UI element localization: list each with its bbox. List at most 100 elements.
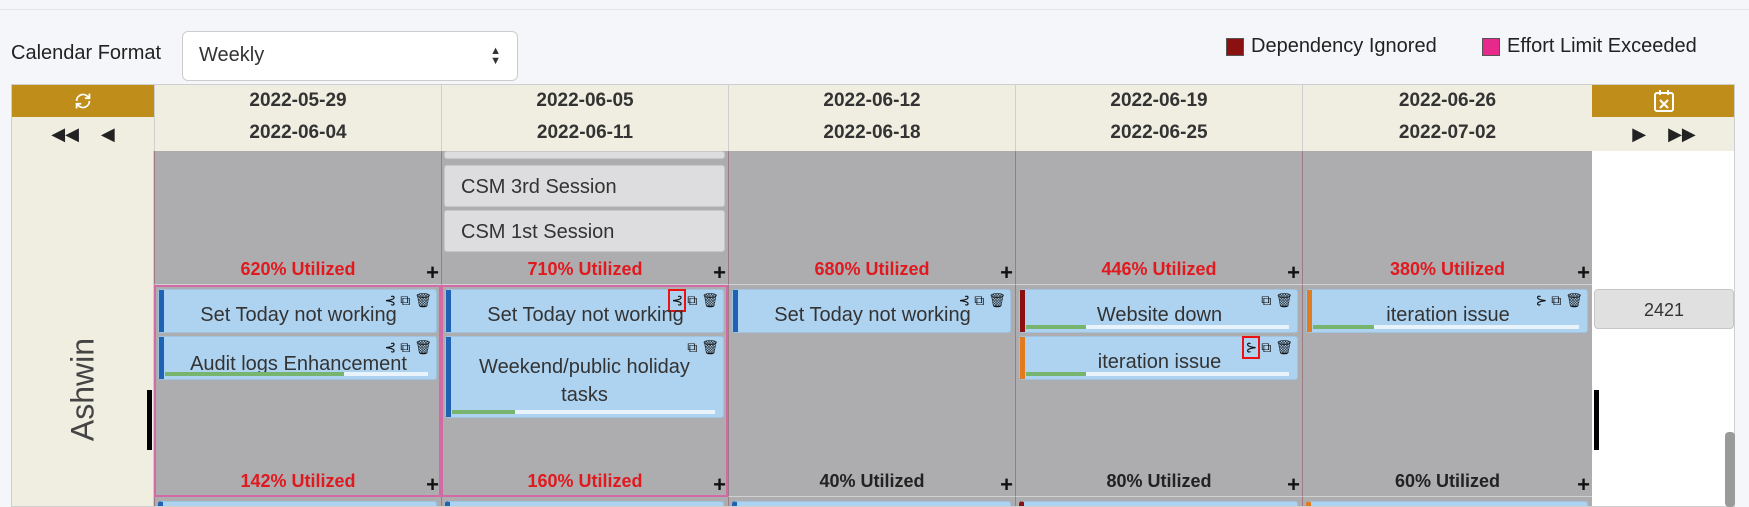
add-icon[interactable]: + [713, 474, 726, 496]
add-icon[interactable]: + [1577, 474, 1590, 496]
task-title: Set Today not working [487, 304, 684, 326]
task-title: Set Today not working [774, 304, 971, 326]
task-card[interactable]: ⊰ ⧉ 🗑 Set Today not working [158, 289, 437, 333]
week-cell[interactable] [1015, 497, 1302, 506]
week-cell[interactable] [154, 497, 441, 506]
task-progress-fill [1313, 325, 1375, 329]
week-end: 2022-07-02 [1398, 122, 1497, 143]
task-card[interactable]: ⊰ ⧉ 🗑 Set Today not working [732, 289, 1011, 333]
prev-page-icon[interactable]: ◀ [101, 124, 115, 145]
vertical-scrollbar[interactable] [1725, 432, 1735, 507]
top-bar [0, 0, 1749, 10]
row-label-next [12, 497, 154, 506]
week-cell[interactable]: ⊰ ⧉ 🗑 Set Today not working 40% Utilized + [728, 285, 1015, 497]
task-title: Weekend/public holiday tasks [479, 356, 690, 406]
next-nav: ▶ ▶▶ [1592, 117, 1734, 151]
week-cell[interactable]: ⊰ ⧉ 🗑 Set Today not working ⧉ 🗑 Weekend/pub… [441, 285, 728, 497]
utilization-label: 80% Utilized [1106, 471, 1212, 491]
refresh-icon [75, 93, 91, 109]
week-end: 2022-06-11 [536, 122, 634, 143]
next-page-icon[interactable]: ▶ [1632, 124, 1646, 145]
task-card[interactable] [1019, 501, 1298, 506]
add-icon[interactable]: + [713, 262, 726, 284]
week-start: 2022-06-12 [823, 90, 921, 111]
task-progress-bar [165, 372, 428, 376]
add-icon[interactable]: + [426, 474, 439, 496]
task-progress-bar [1026, 372, 1289, 376]
week-cell[interactable]: 380% Utilized + [1302, 151, 1592, 285]
task-color-bar [733, 290, 738, 332]
week-cell[interactable] [728, 497, 1015, 506]
task-card[interactable] [445, 501, 724, 506]
task-card[interactable]: ⧉ 🗑 Weekend/public holiday tasks [445, 336, 724, 418]
week-cell[interactable]: ⊰ ⧉ 🗑 Set Today not working ⊰ ⧉ 🗑 Audit logs… [154, 285, 441, 497]
task-color-bar [1307, 290, 1312, 332]
week-end: 2022-06-04 [249, 122, 347, 143]
week-cell[interactable]: CSM 3rd Session CSM 1st Session 710% Uti… [441, 151, 728, 285]
refresh-button[interactable] [12, 85, 154, 117]
week-cell[interactable] [441, 497, 728, 506]
task-card[interactable] [732, 501, 1011, 506]
last-page-icon[interactable]: ▶▶ [1668, 124, 1696, 145]
week-cell[interactable]: ⊱ ⧉ 🗑 iteration issue 60% Utilized + [1302, 285, 1592, 497]
task-title: Website down [1096, 304, 1223, 326]
week-cell[interactable]: 620% Utilized + [154, 151, 441, 285]
task-color-bar [446, 337, 451, 417]
resource-name: Ashwin [64, 337, 101, 442]
task-card[interactable]: ⊱ ⧉ 🗑 iteration issue [1019, 336, 1298, 380]
task-progress-bar [1313, 325, 1579, 329]
task-progress-bar [1026, 325, 1289, 329]
delete-icon[interactable]: 🗑 [701, 339, 719, 356]
legend-swatch-effort [1482, 37, 1500, 56]
week-start: 2022-06-05 [536, 90, 634, 111]
week-end: 2022-06-18 [823, 122, 921, 143]
task-progress-fill [165, 372, 344, 376]
row-marker-right [1594, 390, 1599, 450]
legend-swatch-dependency [1226, 37, 1244, 56]
resource-id-badge[interactable]: 2421 [1594, 289, 1734, 329]
clear-calendar-button[interactable] [1592, 85, 1734, 117]
week-header: 2022-06-26 2022-07-02 [1302, 85, 1592, 151]
task-color-bar [1020, 337, 1025, 379]
week-cell[interactable]: 680% Utilized + [728, 151, 1015, 285]
week-header: 2022-06-12 2022-06-18 [728, 85, 1015, 151]
week-cell[interactable]: ⧉ 🗑 Website down ⊱ ⧉ 🗑 iteration issue 80% … [1015, 285, 1302, 497]
week-header: 2022-06-19 2022-06-25 [1015, 85, 1302, 151]
week-cell[interactable]: 446% Utilized + [1015, 151, 1302, 285]
task-card[interactable]: ⊰ ⧉ 🗑 Audit logs Enhancement [158, 336, 437, 380]
calendar-format-select[interactable]: Weekly ▲ ▼ [182, 31, 518, 81]
add-icon[interactable]: + [1000, 474, 1013, 496]
week-cell[interactable] [1302, 497, 1592, 506]
task-color-bar [446, 290, 451, 332]
task-progress-fill [1026, 372, 1087, 376]
task-card[interactable]: ⊱ ⧉ 🗑 iteration issue [1306, 289, 1588, 333]
week-start: 2022-05-29 [249, 90, 347, 111]
add-icon[interactable]: + [1577, 262, 1590, 284]
week-end: 2022-06-25 [1110, 122, 1208, 143]
utilization-label: 142% Utilized [240, 471, 356, 491]
task-progress-fill [452, 410, 516, 414]
task-color-bar [159, 290, 164, 332]
task-card[interactable]: ⊰ ⧉ 🗑 Set Today not working [445, 289, 724, 333]
task-card[interactable] [1306, 501, 1588, 506]
first-page-icon[interactable]: ◀◀ [51, 124, 79, 145]
select-arrows-icon: ▲ ▼ [490, 45, 501, 67]
session-item[interactable]: CSM 1st Session [444, 210, 725, 252]
utilization-label: 380% Utilized [1389, 259, 1506, 279]
add-icon[interactable]: + [1287, 262, 1300, 284]
task-card[interactable] [158, 501, 437, 506]
task-progress-bar [452, 410, 715, 414]
session-item[interactable]: CSM 3rd Session [444, 165, 725, 207]
legend-label: Dependency Ignored [1251, 35, 1437, 57]
row-label-ashwin: Ashwin [12, 285, 154, 497]
task-color-bar [159, 337, 164, 379]
task-title: Set Today not working [200, 304, 397, 326]
add-icon[interactable]: + [1000, 262, 1013, 284]
task-title: iteration issue [1386, 304, 1510, 326]
prev-nav: ◀◀ ◀ [12, 117, 154, 151]
add-icon[interactable]: + [1287, 474, 1300, 496]
session-item[interactable] [444, 151, 725, 159]
add-icon[interactable]: + [426, 262, 439, 284]
task-card[interactable]: ⧉ 🗑 Website down [1019, 289, 1298, 333]
week-header: 2022-06-05 2022-06-11 [441, 85, 728, 151]
